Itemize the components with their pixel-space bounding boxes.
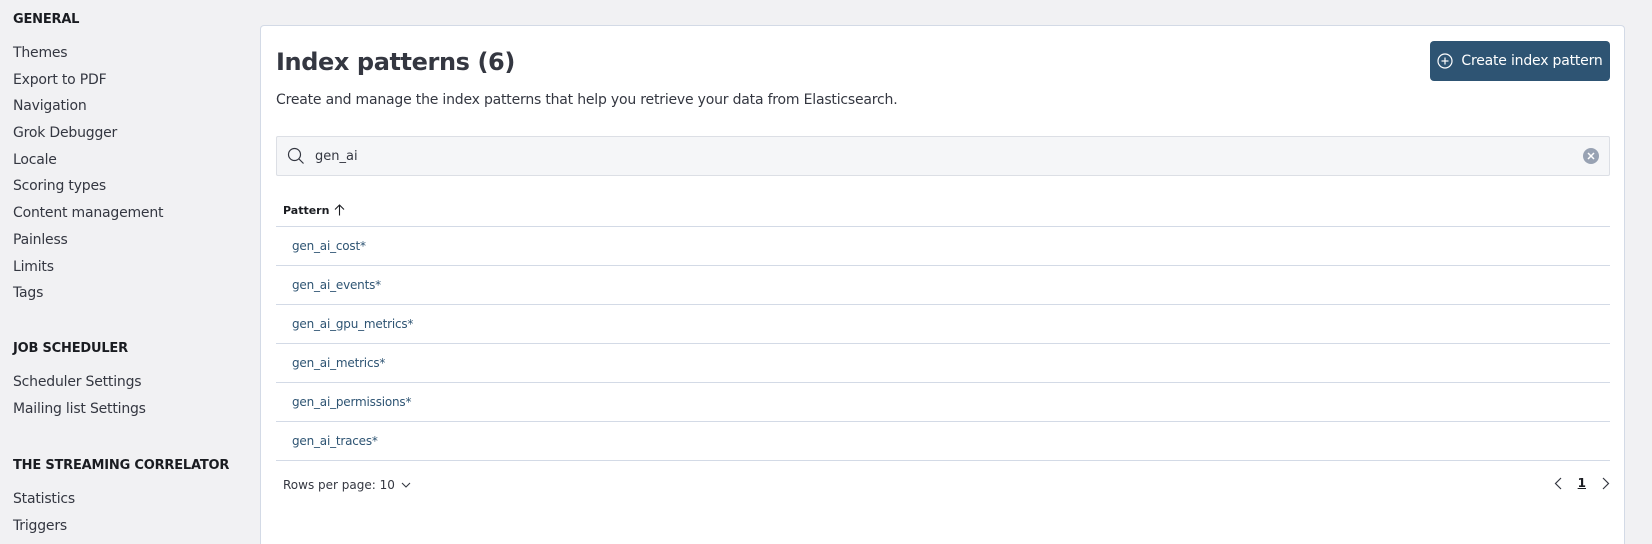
column-header-pattern[interactable]: Pattern [276, 194, 1610, 227]
chevron-right-icon[interactable] [1602, 477, 1610, 490]
page-description: Create and manage the index patterns tha… [276, 92, 898, 108]
plus-circle-icon [1437, 53, 1454, 69]
search-icon [287, 147, 304, 164]
sidebar-item-navigation[interactable]: Navigation [13, 93, 163, 120]
sidebar-item-limits[interactable]: Limits [13, 254, 163, 281]
pagination: 1 [1554, 476, 1610, 490]
sidebar: GENERAL Themes Export to PDF Navigation … [0, 0, 240, 544]
sidebar-group-title: THE STREAMING CORRELATOR [13, 458, 230, 473]
table-row: gen_ai_cost* [276, 227, 1610, 266]
sidebar-group-general: GENERAL Themes Export to PDF Navigation … [13, 10, 164, 307]
sidebar-item-themes[interactable]: Themes [13, 40, 163, 67]
index-patterns-table: Pattern gen_ai_cost* gen_ai_events* gen_… [276, 194, 1610, 461]
table-row: gen_ai_permissions* [276, 383, 1610, 422]
sidebar-item-scoring-types[interactable]: Scoring types [13, 173, 163, 200]
sidebar-item-mailing-list-settings[interactable]: Mailing list Settings [13, 396, 146, 423]
chevron-left-icon[interactable] [1554, 477, 1562, 490]
index-patterns-panel: Index patterns (6) Create and manage the… [260, 25, 1625, 544]
pattern-link[interactable]: gen_ai_gpu_metrics* [292, 317, 413, 331]
page-title: Index patterns (6) [276, 48, 515, 76]
pattern-link[interactable]: gen_ai_metrics* [292, 356, 385, 370]
sidebar-item-scheduler-settings[interactable]: Scheduler Settings [13, 369, 146, 396]
search-box [276, 136, 1610, 176]
pattern-link[interactable]: gen_ai_events* [292, 278, 381, 292]
chevron-down-icon [401, 482, 411, 488]
sidebar-group-job-scheduler: JOB SCHEDULER Scheduler Settings Mailing… [13, 339, 146, 422]
create-index-pattern-label: Create index pattern [1461, 53, 1603, 69]
create-index-pattern-button[interactable]: Create index pattern [1430, 41, 1610, 81]
search-input[interactable] [315, 137, 1555, 175]
pattern-link[interactable]: gen_ai_cost* [292, 239, 366, 253]
table-row: gen_ai_metrics* [276, 344, 1610, 383]
sidebar-item-tags[interactable]: Tags [13, 280, 163, 307]
sidebar-item-content-management[interactable]: Content management [13, 200, 164, 227]
sidebar-group-streaming-correlator: THE STREAMING CORRELATOR Statistics Trig… [13, 456, 229, 539]
table-row: gen_ai_gpu_metrics* [276, 305, 1610, 344]
table-row: gen_ai_traces* [276, 422, 1610, 461]
rows-per-page-dropdown[interactable]: Rows per page: 10 [283, 478, 411, 492]
clear-icon[interactable] [1583, 148, 1599, 164]
sidebar-item-grok-debugger[interactable]: Grok Debugger [13, 120, 163, 147]
sidebar-group-title: JOB SCHEDULER [13, 341, 128, 356]
arrow-up-icon [335, 204, 345, 216]
pattern-link[interactable]: gen_ai_permissions* [292, 395, 411, 409]
table-row: gen_ai_events* [276, 266, 1610, 305]
page-number-current[interactable]: 1 [1578, 476, 1586, 490]
sidebar-item-export-to-pdf[interactable]: Export to PDF [13, 67, 163, 94]
sidebar-item-locale[interactable]: Locale [13, 147, 163, 174]
column-header-label: Pattern [283, 203, 330, 217]
sidebar-item-statistics[interactable]: Statistics [13, 486, 229, 513]
sidebar-item-painless[interactable]: Painless [13, 227, 163, 254]
pattern-link[interactable]: gen_ai_traces* [292, 434, 378, 448]
sidebar-group-title: GENERAL [13, 12, 80, 27]
rows-per-page-label: Rows per page: 10 [283, 478, 395, 492]
sidebar-item-triggers[interactable]: Triggers [13, 513, 229, 540]
